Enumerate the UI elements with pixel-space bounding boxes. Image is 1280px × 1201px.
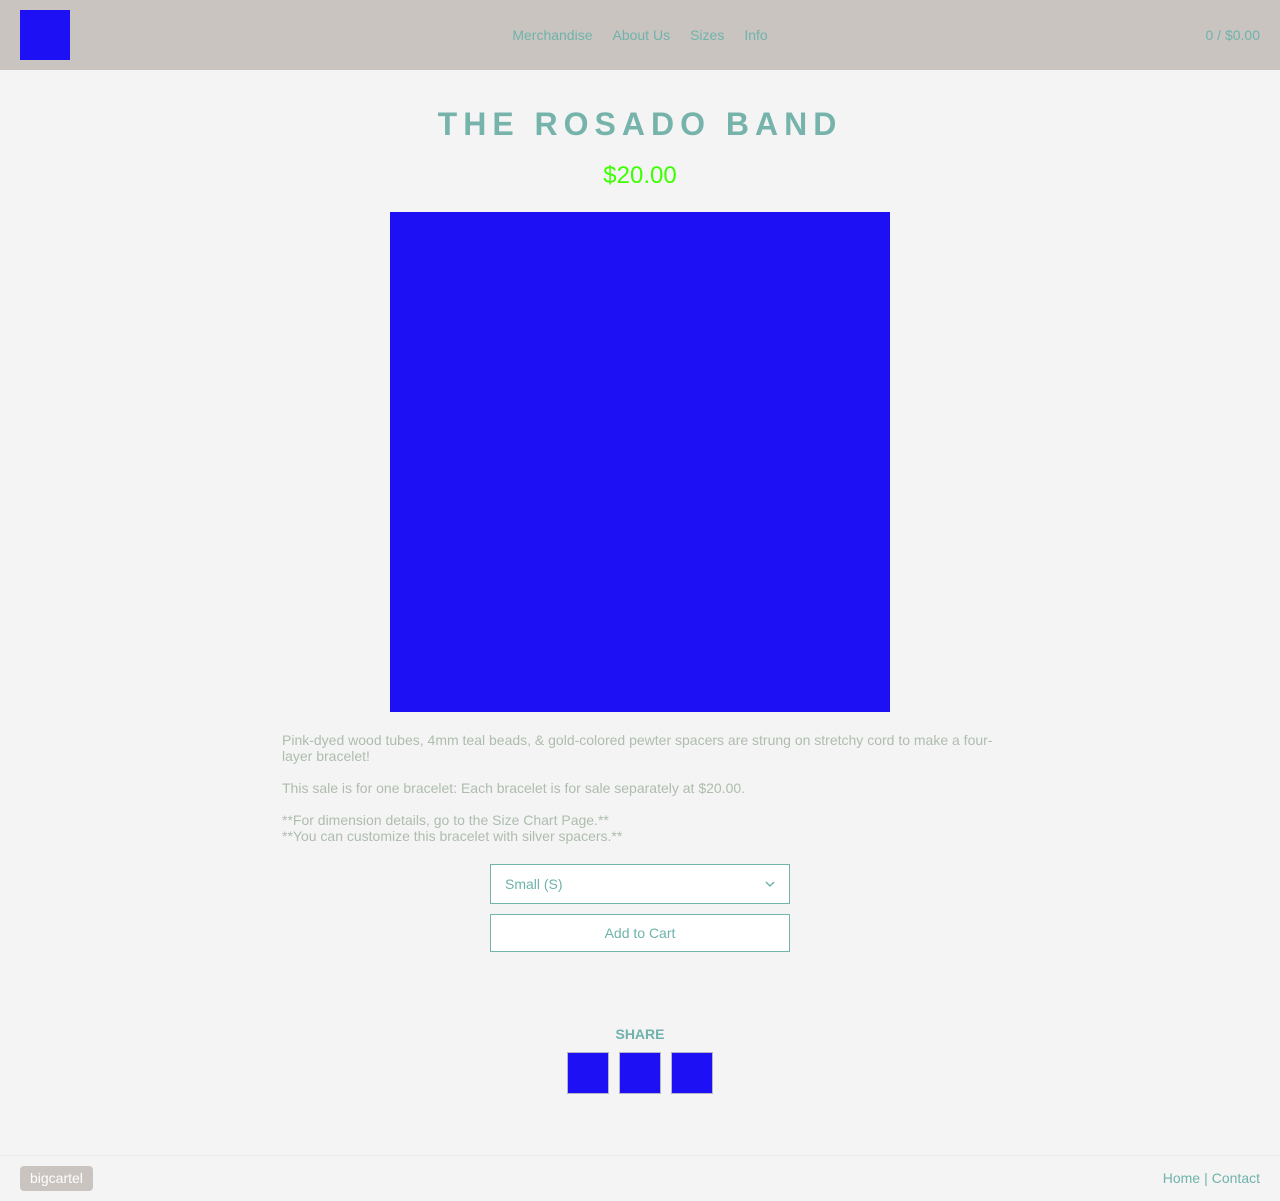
description-paragraph: Pink-dyed wood tubes, 4mm teal beads, & … [282, 732, 993, 764]
footer-link-contact[interactable]: Contact [1212, 1170, 1260, 1186]
chevron-down-icon [765, 881, 775, 888]
description-paragraph: This sale is for one bracelet: Each brac… [282, 780, 746, 796]
nav-merchandise[interactable]: Merchandise [512, 27, 592, 43]
product-image[interactable] [390, 212, 890, 712]
pinterest-icon[interactable] [671, 1052, 713, 1094]
size-select-value: Small (S) [505, 876, 563, 892]
add-to-cart-button[interactable]: Add to Cart [490, 914, 790, 952]
footer-links: Home | Contact [1163, 1170, 1260, 1186]
twitter-icon[interactable] [619, 1052, 661, 1094]
nav-sizes[interactable]: Sizes [690, 27, 724, 43]
product-image-placeholder [390, 212, 890, 712]
site-header: Merchandise About Us Sizes Info 0 / $0.0… [0, 0, 1280, 70]
product-description: Pink-dyed wood tubes, 4mm teal beads, & … [282, 732, 998, 844]
cart-summary-link[interactable]: 0 / $0.00 [1206, 27, 1261, 43]
main-nav: Merchandise About Us Sizes Info [0, 0, 1280, 70]
size-select[interactable]: Small (S) [490, 864, 790, 904]
store-logo-icon[interactable] [20, 10, 70, 60]
share-icons [567, 1052, 713, 1094]
product-price: $20.00 [603, 162, 677, 189]
nav-about-us[interactable]: About Us [612, 27, 670, 43]
nav-info[interactable]: Info [744, 27, 767, 43]
logo-image [20, 10, 70, 60]
facebook-icon[interactable] [567, 1052, 609, 1094]
footer-separator: | [1204, 1170, 1208, 1186]
description-line: **For dimension details, go to the Size … [282, 812, 609, 828]
bigcartel-badge[interactable]: bigcartel [20, 1166, 93, 1191]
share-label: SHARE [615, 1026, 665, 1042]
footer-link-home[interactable]: Home [1163, 1170, 1200, 1186]
site-footer: bigcartel Home | Contact [0, 1155, 1280, 1201]
description-line: **You can customize this bracelet with s… [282, 828, 623, 844]
product-title: THE ROSADO BAND [437, 106, 843, 142]
